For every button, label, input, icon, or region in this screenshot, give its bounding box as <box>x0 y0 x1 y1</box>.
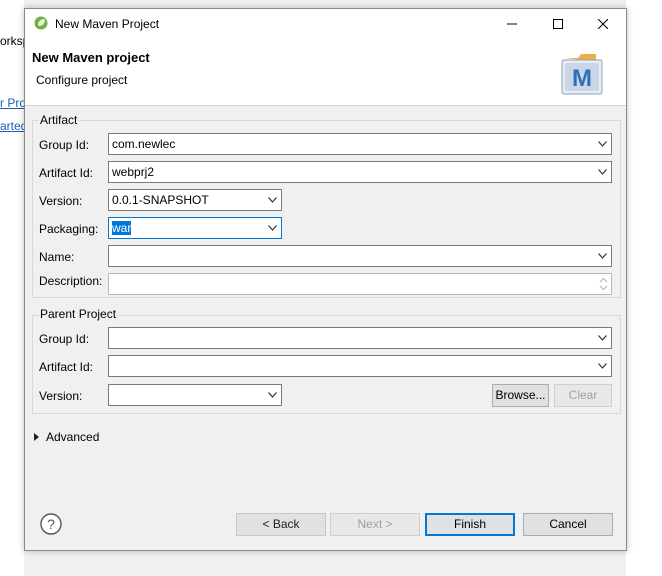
ide-background-left: orksp r Pro arted <box>0 0 29 576</box>
parent-project-legend: Parent Project <box>39 307 118 321</box>
background-link[interactable]: r Pro <box>0 96 26 110</box>
chevron-down-icon <box>598 169 607 175</box>
wizard-header: New Maven project Configure project M <box>25 39 626 106</box>
close-button[interactable] <box>580 9 626 39</box>
page-title: New Maven project <box>32 50 150 65</box>
window-title: New Maven Project <box>55 17 160 31</box>
advanced-toggle[interactable]: Advanced <box>34 430 99 444</box>
advanced-label: Advanced <box>46 430 100 444</box>
version-value: 0.0.1-SNAPSHOT <box>112 193 209 207</box>
parent-version-label: Version: <box>39 389 83 403</box>
maven-logo-icon: M <box>561 54 603 95</box>
parent-group-id-label: Group Id: <box>39 332 90 346</box>
artifact-id-value: webprj2 <box>112 165 155 179</box>
version-label: Version: <box>39 194 83 208</box>
packaging-label: Packaging: <box>39 222 99 236</box>
maximize-button[interactable] <box>535 9 581 39</box>
browse-button[interactable]: Browse... <box>492 384 549 407</box>
title-bar[interactable]: New Maven Project <box>25 9 626 39</box>
parent-version-combo[interactable] <box>108 384 282 406</box>
chevron-down-icon <box>598 253 607 259</box>
description-label: Description: <box>39 274 103 288</box>
artifact-id-label: Artifact Id: <box>39 166 94 180</box>
chevron-down-icon <box>268 392 277 398</box>
page-subtitle: Configure project <box>36 73 128 87</box>
chevron-down-icon <box>598 335 607 341</box>
maximize-icon <box>553 19 563 29</box>
spring-leaf-icon <box>34 16 48 30</box>
ide-background-right <box>626 0 662 576</box>
next-button[interactable]: Next > <box>330 513 420 536</box>
cancel-button[interactable]: Cancel <box>523 513 613 536</box>
name-combo[interactable] <box>108 245 612 267</box>
minimize-button[interactable] <box>489 9 535 39</box>
close-icon <box>598 19 608 29</box>
parent-artifact-id-combo[interactable] <box>108 355 612 377</box>
minimize-icon <box>507 23 517 25</box>
name-label: Name: <box>39 250 75 264</box>
scroll-arrows-icon[interactable] <box>599 276 608 292</box>
chevron-right-icon <box>34 433 39 441</box>
svg-text:M: M <box>572 65 592 92</box>
packaging-combo[interactable]: war <box>108 217 282 239</box>
version-combo[interactable]: 0.0.1-SNAPSHOT <box>108 189 282 211</box>
group-id-label: Group Id: <box>39 138 90 152</box>
group-id-combo[interactable]: com.newlec <box>108 133 612 155</box>
finish-button[interactable]: Finish <box>425 513 515 536</box>
artifact-id-combo[interactable]: webprj2 <box>108 161 612 183</box>
chevron-down-icon <box>598 363 607 369</box>
svg-text:?: ? <box>47 516 55 532</box>
chevron-down-icon <box>598 141 607 147</box>
clear-button[interactable]: Clear <box>554 384 612 407</box>
parent-group-id-combo[interactable] <box>108 327 612 349</box>
artifact-legend: Artifact <box>39 113 79 127</box>
chevron-down-icon <box>268 225 277 231</box>
back-button[interactable]: < Back <box>236 513 326 536</box>
packaging-value: war <box>112 221 132 235</box>
description-textarea[interactable] <box>108 273 612 295</box>
group-id-value: com.newlec <box>112 137 176 151</box>
help-icon[interactable]: ? <box>40 513 62 535</box>
parent-artifact-id-label: Artifact Id: <box>39 360 94 374</box>
new-maven-project-dialog: New Maven Project New Maven project Conf… <box>24 8 627 551</box>
chevron-down-icon <box>268 197 277 203</box>
